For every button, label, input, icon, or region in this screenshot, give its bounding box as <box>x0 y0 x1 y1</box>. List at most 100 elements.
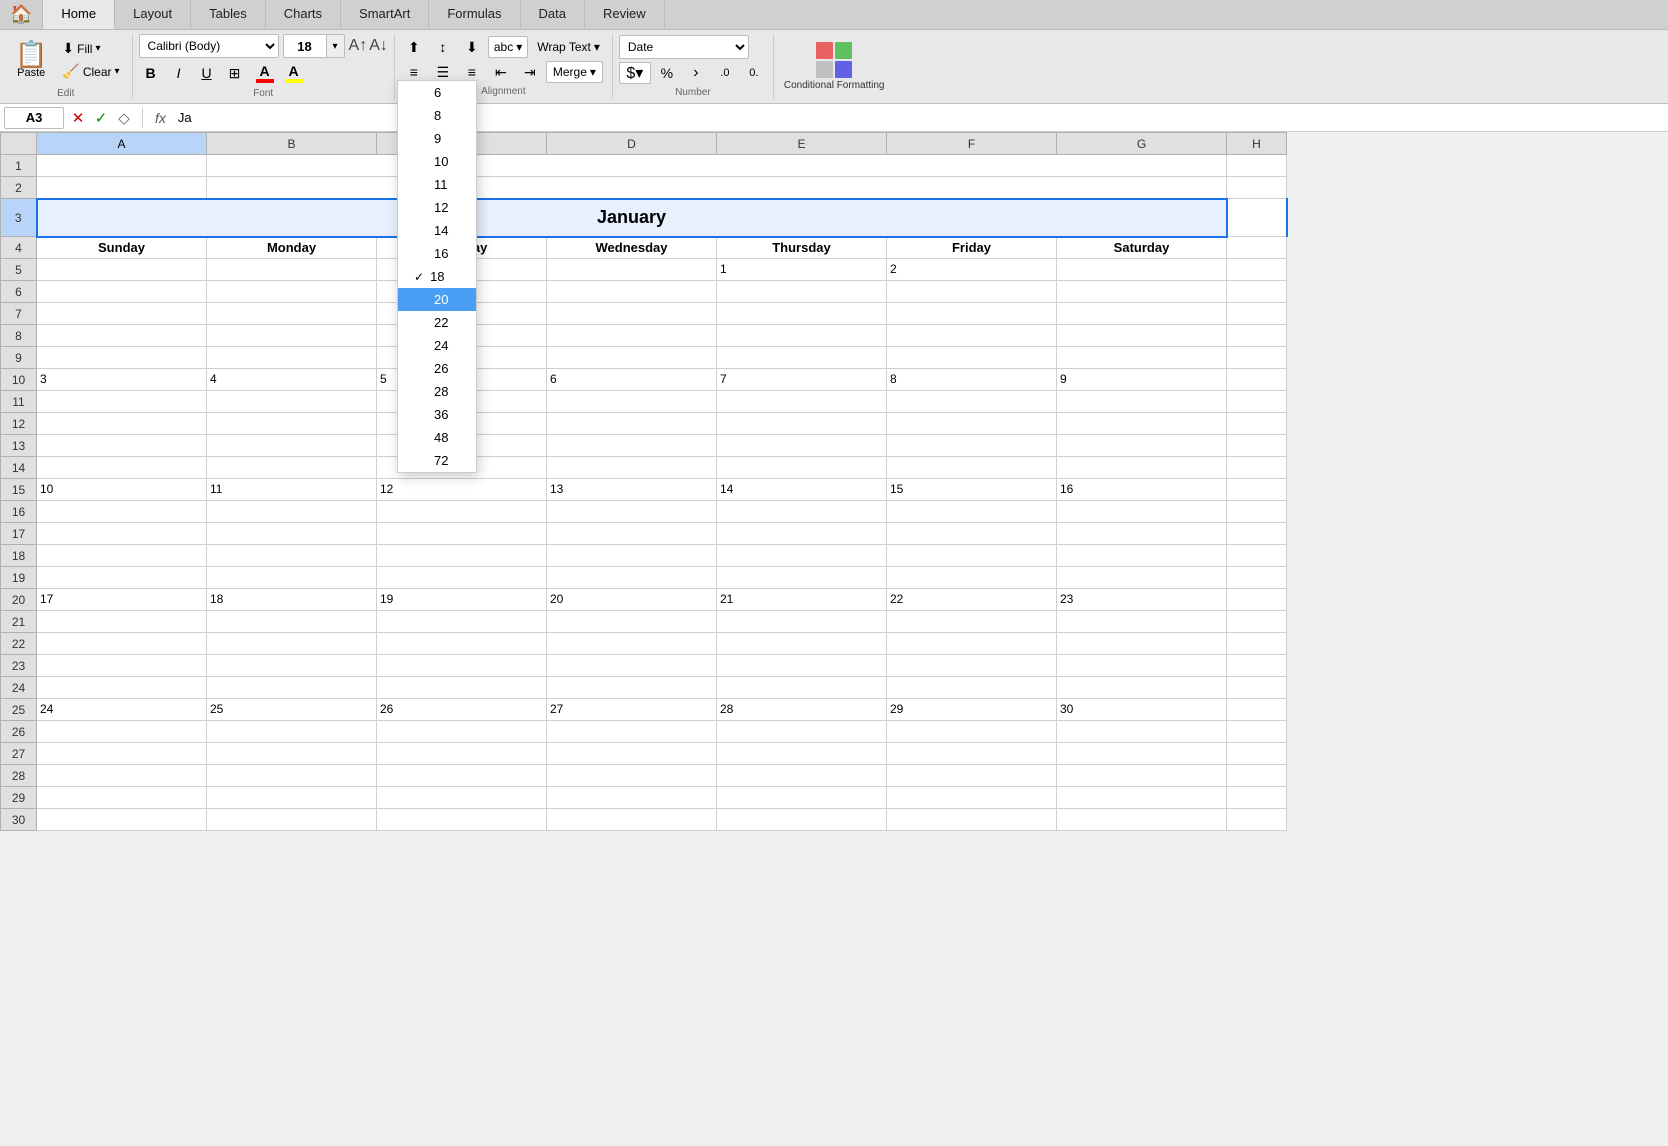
cancel-formula-icon[interactable]: ✕ <box>68 108 88 128</box>
cell-A1[interactable] <box>37 155 207 177</box>
clear-button[interactable]: 🧹 Clear ▾ <box>58 61 123 82</box>
tab-smartart[interactable]: SmartArt <box>341 0 429 29</box>
row-num-1[interactable]: 1 <box>1 155 37 177</box>
align-middle-button[interactable]: ↕ <box>430 36 456 58</box>
clear-arrow-icon[interactable]: ▾ <box>115 66 120 77</box>
tab-layout[interactable]: Layout <box>115 0 191 29</box>
cell-H4[interactable] <box>1227 237 1287 259</box>
cell-B2[interactable] <box>207 177 1227 199</box>
number-format-select[interactable]: Date <box>619 35 749 59</box>
cell-H3[interactable] <box>1227 199 1287 237</box>
row-num-3[interactable]: 3 <box>1 199 37 237</box>
cell-thursday[interactable]: Thursday <box>717 237 887 259</box>
italic-button[interactable]: I <box>167 61 191 85</box>
cell-january[interactable]: January <box>37 199 1227 237</box>
font-size-dropdown-arrow[interactable]: ▾ <box>327 34 345 58</box>
col-header-H[interactable]: H <box>1227 133 1287 155</box>
comma-button[interactable]: › <box>683 62 709 84</box>
row-num-4[interactable]: 4 <box>1 237 37 259</box>
font-size-option-12[interactable]: 12 <box>398 196 476 219</box>
cell-wednesday[interactable]: Wednesday <box>547 237 717 259</box>
cell-H1[interactable] <box>1227 155 1287 177</box>
col-header-F[interactable]: F <box>887 133 1057 155</box>
cell-A2[interactable] <box>37 177 207 199</box>
font-size-option-22[interactable]: 22 <box>398 311 476 334</box>
cell-monday[interactable]: Monday <box>207 237 377 259</box>
paste-button[interactable]: 📋 Paste <box>8 38 54 82</box>
col-header-G[interactable]: G <box>1057 133 1227 155</box>
font-size-option-72[interactable]: 72 <box>398 449 476 472</box>
cell-friday[interactable]: Friday <box>887 237 1057 259</box>
col-header-D[interactable]: D <box>547 133 717 155</box>
merge-button[interactable]: Merge ▾ <box>546 61 603 83</box>
tab-tables[interactable]: Tables <box>191 0 266 29</box>
table-row: 27 <box>1 743 1287 765</box>
paste-icon: 📋 <box>15 41 47 67</box>
col-header-A[interactable]: A <box>37 133 207 155</box>
percent-button[interactable]: % <box>654 62 680 84</box>
spreadsheet: A B C D E F G H 1 <box>0 132 1288 831</box>
font-size-option-20[interactable]: 20 <box>398 288 476 311</box>
text-direction-button[interactable]: abc ▾ <box>488 36 528 58</box>
cell-B1[interactable] <box>207 155 1227 177</box>
align-bottom-button[interactable]: ⬇ <box>459 36 485 58</box>
font-name-select[interactable]: Calibri (Body) <box>139 34 279 58</box>
fill-button[interactable]: ⬇ Fill ▾ <box>58 38 123 59</box>
font-size-option-36[interactable]: 36 <box>398 403 476 426</box>
bold-button[interactable]: B <box>139 61 163 85</box>
font-size-option-14[interactable]: 14 <box>398 219 476 242</box>
tab-home[interactable]: Home <box>43 0 115 29</box>
cell-saturday[interactable]: Saturday <box>1057 237 1227 259</box>
expand-formula-icon[interactable]: ◇ <box>114 108 134 128</box>
table-row: 22 <box>1 633 1287 655</box>
font-size-option-11[interactable]: 11 <box>398 173 476 196</box>
font-size-option-9[interactable]: 9 <box>398 127 476 150</box>
increase-decimal-button[interactable]: 0. <box>741 62 767 84</box>
conditional-formatting-button[interactable]: Conditional Formatting <box>784 42 885 92</box>
fill-icon: ⬇ <box>62 40 74 57</box>
row-num-2[interactable]: 2 <box>1 177 37 199</box>
confirm-formula-icon[interactable]: ✓ <box>91 108 111 128</box>
font-size-input[interactable] <box>283 34 327 58</box>
font-size-option-26[interactable]: 26 <box>398 357 476 380</box>
table-row: 24 <box>1 677 1287 699</box>
font-grow-icon[interactable]: A↑ <box>349 37 368 55</box>
text-direction-label: abc <box>494 40 513 54</box>
number-group: Date $▾ % › .0 0. Number <box>613 34 774 99</box>
cell-sunday[interactable]: Sunday <box>37 237 207 259</box>
font-size-option-10[interactable]: 10 <box>398 150 476 173</box>
table-row: 10 3 4 5 6 7 8 9 <box>1 369 1287 391</box>
font-size-option-16[interactable]: 16 <box>398 242 476 265</box>
cell-H2[interactable] <box>1227 177 1287 199</box>
font-size-option-24[interactable]: 24 <box>398 334 476 357</box>
tab-charts[interactable]: Charts <box>266 0 341 29</box>
tab-data[interactable]: Data <box>521 0 585 29</box>
formula-separator <box>142 108 143 128</box>
align-top-button[interactable]: ⬆ <box>401 36 427 58</box>
table-row: 2 <box>1 177 1287 199</box>
table-row: 26 <box>1 721 1287 743</box>
increase-indent-button[interactable]: ⇥ <box>517 61 543 83</box>
cell-reference-input[interactable] <box>4 107 64 129</box>
font-size-option-28[interactable]: 28 <box>398 380 476 403</box>
border-button[interactable]: ⊞ <box>223 61 247 85</box>
tab-review[interactable]: Review <box>585 0 665 29</box>
font-color-button[interactable]: A <box>251 62 279 85</box>
decrease-decimal-button[interactable]: .0 <box>712 62 738 84</box>
fill-arrow-icon[interactable]: ▾ <box>95 43 100 54</box>
font-size-option-48[interactable]: 48 <box>398 426 476 449</box>
font-size-option-18[interactable]: 18 <box>398 265 476 288</box>
currency-button[interactable]: $▾ <box>619 62 651 84</box>
tab-formulas[interactable]: Formulas <box>429 0 520 29</box>
font-size-option-6[interactable]: 6 <box>398 81 476 104</box>
wrap-text-button[interactable]: Wrap Text ▾ <box>531 36 606 58</box>
merge-label: Merge <box>553 65 587 79</box>
font-size-option-8[interactable]: 8 <box>398 104 476 127</box>
col-header-B[interactable]: B <box>207 133 377 155</box>
font-shrink-icon[interactable]: A↓ <box>369 37 388 55</box>
underline-button[interactable]: U <box>195 61 219 85</box>
decrease-indent-button[interactable]: ⇤ <box>488 61 514 83</box>
highlight-button[interactable]: A <box>283 61 305 85</box>
merge-arrow-icon: ▾ <box>590 65 596 79</box>
col-header-E[interactable]: E <box>717 133 887 155</box>
